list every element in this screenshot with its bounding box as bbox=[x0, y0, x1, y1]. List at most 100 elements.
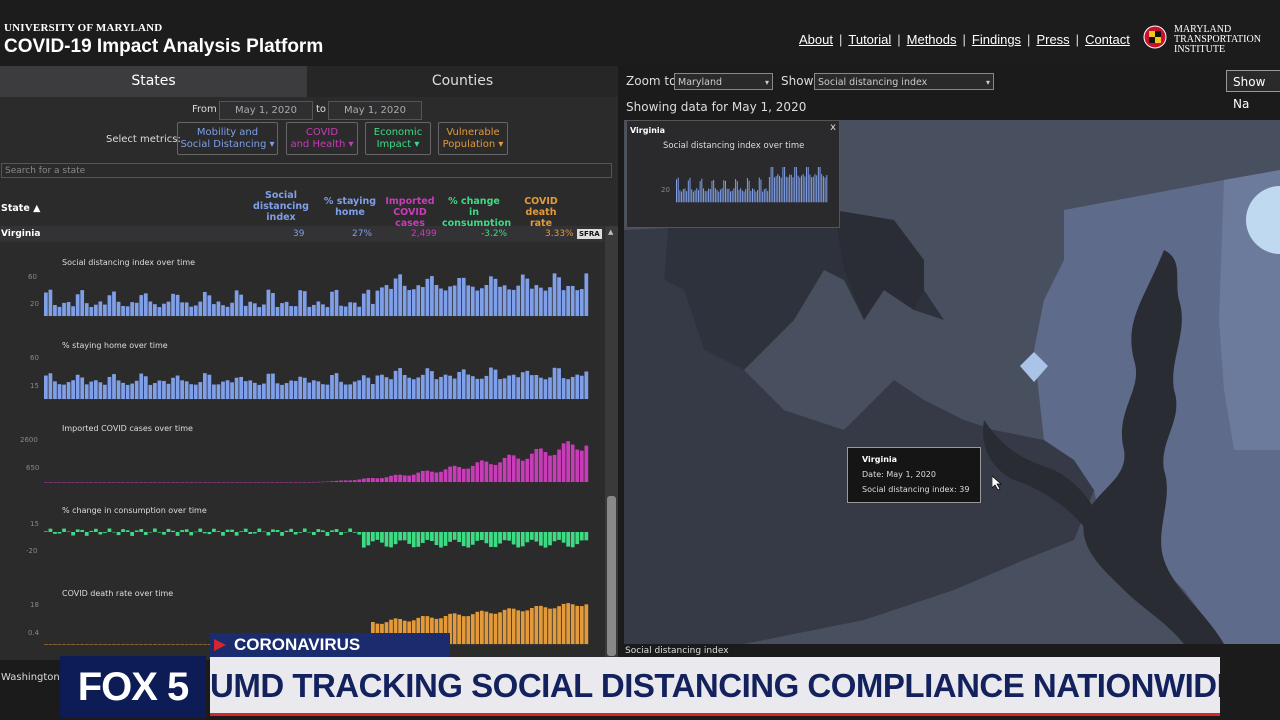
sparkline-bar bbox=[543, 532, 548, 548]
sparkline-bar bbox=[216, 384, 221, 400]
sparkline-bar bbox=[461, 532, 466, 547]
sparkline-bar bbox=[570, 444, 575, 483]
sparkline-bar bbox=[180, 482, 184, 483]
sparkline-bar bbox=[239, 531, 244, 532]
sparkline-bar bbox=[434, 532, 439, 546]
tab-counties[interactable]: Counties bbox=[307, 66, 618, 97]
sparkline-bar bbox=[561, 443, 566, 483]
column-sdi[interactable]: Social distancing index bbox=[252, 190, 310, 223]
mini-chart-title: Social distancing index over time bbox=[663, 141, 805, 151]
tab-states[interactable]: States bbox=[0, 66, 307, 97]
sparkline-bar bbox=[389, 475, 393, 483]
sparkline-bar bbox=[529, 288, 534, 317]
sparkline-bar bbox=[371, 478, 375, 483]
sparkline-bar bbox=[579, 450, 584, 483]
nav-about[interactable]: About bbox=[799, 32, 833, 47]
sparkline-bar bbox=[557, 449, 561, 483]
column-staying-home[interactable]: % staying home bbox=[320, 196, 380, 218]
sparkline-bar bbox=[162, 303, 166, 317]
sparkline-bar bbox=[752, 188, 753, 203]
show-names-button[interactable]: Show Na bbox=[1226, 70, 1280, 111]
sparkline-bar bbox=[498, 286, 502, 317]
nav-contact[interactable]: Contact bbox=[1085, 32, 1130, 47]
sparkline-bar bbox=[738, 189, 740, 203]
sparkline-bar bbox=[89, 381, 94, 400]
sparkline-bar bbox=[507, 454, 511, 483]
sparkline-bar bbox=[330, 375, 334, 400]
column-state[interactable]: State ▲ bbox=[1, 203, 40, 214]
column-imported-cases[interactable]: Imported COVID cases bbox=[380, 196, 440, 229]
close-icon[interactable]: x bbox=[830, 122, 836, 133]
metric-economic-button[interactable]: Economic Impact ▾ bbox=[365, 122, 431, 155]
table-row[interactable]: Virginia 39 27% 2,499 -3.2% 3.33% SFRA bbox=[0, 226, 604, 242]
sparkline-bar bbox=[193, 531, 198, 533]
from-date-input[interactable]: May 1, 2020 bbox=[219, 101, 313, 120]
sparkline-bar bbox=[721, 188, 723, 203]
sparkline-bar bbox=[797, 175, 799, 203]
sparkline-bar bbox=[252, 482, 257, 483]
sparkline-bar bbox=[539, 448, 543, 483]
station-logo: FOX 5 bbox=[77, 665, 190, 709]
sparkline-bar bbox=[225, 306, 230, 317]
zoom-select[interactable]: Maryland ▾ bbox=[674, 73, 773, 90]
sparkline-bar bbox=[799, 177, 801, 203]
sparkline-bar bbox=[89, 306, 94, 317]
sparkline-bar bbox=[352, 381, 357, 400]
nav-tutorial[interactable]: Tutorial bbox=[848, 32, 891, 47]
sparkline-bar bbox=[461, 616, 466, 645]
show-select[interactable]: Social distancing index ▾ bbox=[814, 73, 994, 90]
sparkline-bar bbox=[746, 178, 748, 203]
column-consumption[interactable]: % change in consumption bbox=[442, 196, 511, 229]
sparkline-bar bbox=[130, 482, 135, 483]
table-scrollbar[interactable]: ▲ bbox=[605, 226, 618, 660]
sparkline-bar bbox=[411, 532, 416, 548]
chyron-category: CORONAVIRUS bbox=[234, 635, 361, 654]
sparkline-bar bbox=[566, 603, 571, 645]
sparkline-bar bbox=[325, 307, 330, 317]
sparkline-bar bbox=[316, 481, 321, 483]
sparkline-bar bbox=[330, 530, 334, 532]
sparkline-bar bbox=[584, 371, 589, 400]
sparkline-bar bbox=[452, 532, 457, 540]
sparkline-bar bbox=[311, 481, 316, 483]
sparkline-bar bbox=[166, 383, 171, 400]
metric-covid-button[interactable]: COVID and Health ▾ bbox=[286, 122, 358, 155]
sparkline-bar bbox=[552, 367, 557, 400]
map-legend-label: Social distancing index bbox=[625, 646, 729, 656]
nav-press[interactable]: Press bbox=[1036, 32, 1069, 47]
nav-methods[interactable]: Methods bbox=[907, 32, 957, 47]
sparkline-bar bbox=[466, 532, 471, 548]
sparkline-bar bbox=[143, 376, 148, 400]
state-search-input[interactable]: Search for a state bbox=[1, 163, 612, 178]
sparkline-bar bbox=[511, 289, 516, 317]
metric-mobility-button[interactable]: Mobility and Social Distancing ▾ bbox=[177, 122, 278, 155]
sparkline-bar bbox=[166, 528, 171, 532]
sparkline-bar bbox=[475, 611, 480, 645]
scrollbar-thumb[interactable] bbox=[607, 496, 616, 656]
sparkline-bar bbox=[380, 532, 384, 543]
column-death-rate[interactable]: COVID death rate bbox=[510, 196, 572, 229]
scroll-up-icon[interactable]: ▲ bbox=[608, 228, 613, 236]
nav-findings[interactable]: Findings bbox=[972, 32, 1021, 47]
sparkline-bar bbox=[53, 381, 57, 400]
sparkline-bar bbox=[330, 291, 334, 317]
metric-vulnerable-button[interactable]: Vulnerable Population ▾ bbox=[438, 122, 508, 155]
sparkline-bar bbox=[89, 530, 94, 532]
sparkline-bar bbox=[175, 375, 180, 400]
sparkline-bar bbox=[257, 482, 262, 483]
page-title: COVID-19 Impact Analysis Platform bbox=[4, 36, 324, 57]
sparkline-bar bbox=[321, 530, 325, 532]
sparkline-bar bbox=[157, 307, 162, 317]
chart-consumption-tick-bottom: -20 bbox=[26, 547, 38, 555]
to-date-input[interactable]: May 1, 2020 bbox=[328, 101, 422, 120]
sparkline-bar bbox=[758, 177, 760, 203]
sparkline-bar bbox=[516, 458, 521, 483]
next-row-state[interactable]: Washington bbox=[1, 672, 60, 683]
sparkline-bar bbox=[103, 304, 107, 317]
sparkline-bar bbox=[420, 374, 425, 400]
sparkline-bar bbox=[416, 285, 421, 317]
sparkline-bar bbox=[234, 377, 239, 400]
sfra-badge[interactable]: SFRA bbox=[577, 229, 602, 239]
sparkline-bar bbox=[189, 306, 194, 317]
sparkline-bar bbox=[225, 380, 230, 400]
